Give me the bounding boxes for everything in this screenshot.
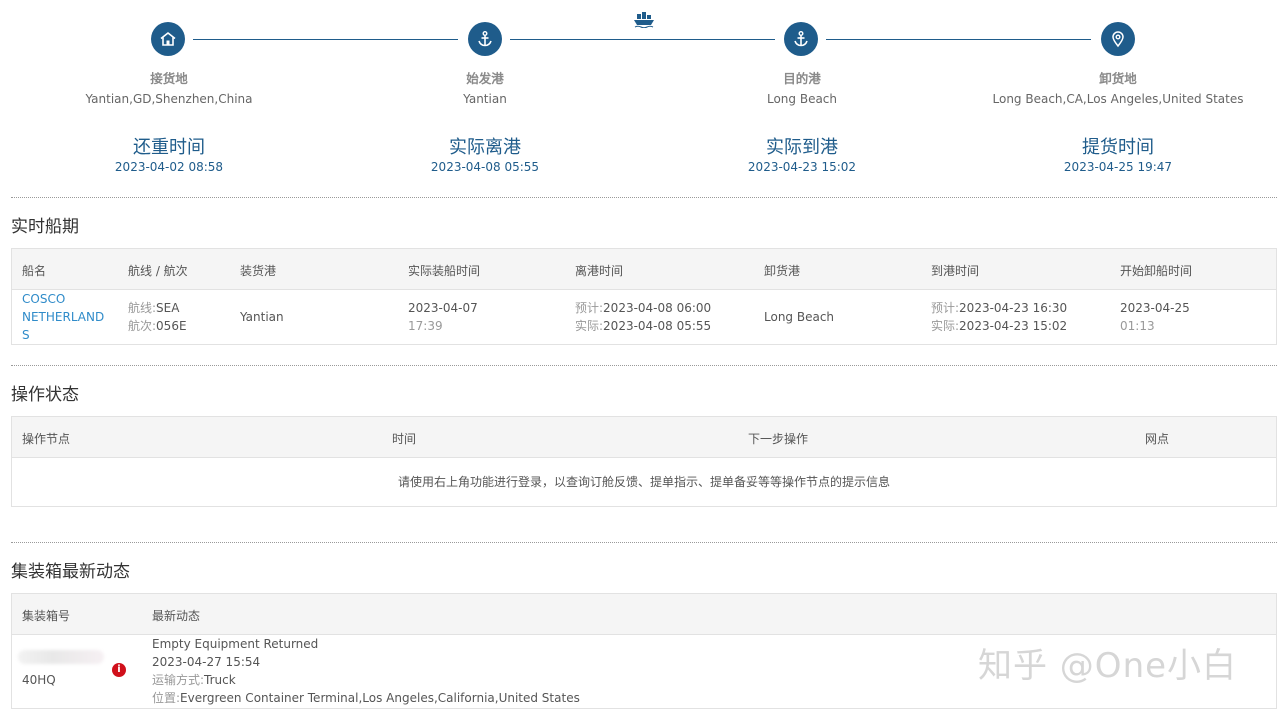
login-notice: 请使用右上角功能进行登录，以查询订舱反馈、提单指示、提单备妥等等操作节点的提示信…	[397, 475, 890, 489]
load-port-cell: Yantian	[240, 310, 284, 324]
event-title: 提货时间	[1082, 137, 1154, 158]
anchor-icon	[468, 22, 502, 56]
stop-place: Yantian	[463, 92, 507, 106]
column-header: 操作节点	[22, 432, 71, 446]
anchor-icon	[784, 22, 818, 56]
stop-name: 接货地	[150, 71, 188, 86]
column-header: 网点	[1145, 432, 1170, 446]
column-header: 装货港	[240, 264, 277, 278]
vessel-name-link[interactable]: COSCO NETHERLAND S	[22, 290, 104, 344]
stop-name: 目的港	[783, 71, 821, 86]
ship-icon	[634, 12, 654, 28]
table-header: 操作节点 时间 下一步操作 网点	[12, 417, 1276, 458]
operations-table: 操作节点 时间 下一步操作 网点 请使用右上角功能进行登录，以查询订舱反馈、提单…	[11, 416, 1277, 507]
column-header: 实际装船时间	[408, 264, 481, 278]
status-text: Empty Equipment Returned	[152, 637, 319, 651]
column-header: 开始卸船时间	[1120, 264, 1193, 278]
divider	[11, 542, 1277, 543]
container-type: 40HQ	[22, 673, 56, 687]
event-time: 2023-04-08 05:55	[430, 160, 540, 174]
operations-section-title: 操作状态	[11, 385, 79, 405]
column-header: 时间	[392, 432, 417, 446]
divider	[11, 365, 1277, 366]
column-header: 最新动态	[152, 609, 201, 623]
watermark: 知乎 @One小白	[978, 646, 1238, 686]
location-pin-icon	[1101, 22, 1135, 56]
column-header: 集装箱号	[22, 609, 71, 623]
table-row: 请使用右上角功能进行登录，以查询订舱反馈、提单指示、提单备妥等等操作节点的提示信…	[12, 458, 1276, 506]
event-title: 实际到港	[766, 137, 838, 158]
route-line-1	[193, 39, 458, 40]
column-header: 离港时间	[575, 264, 624, 278]
loaded-time-cell: 2023-04-07 17:39	[408, 301, 478, 333]
stop-place: Long Beach,CA,Los Angeles,United States	[992, 92, 1244, 106]
event-title: 实际离港	[449, 137, 521, 158]
unload-time-cell: 2023-04-25 01:13	[1120, 301, 1190, 333]
column-header: 下一步操作	[748, 432, 809, 446]
status-time: 2023-04-27 15:54	[152, 655, 261, 669]
discharge-port-cell: Long Beach	[764, 310, 835, 324]
column-header: 航线 / 航次	[128, 264, 188, 278]
table-header: 集装箱号 最新动态	[12, 594, 1276, 635]
container-number-redacted	[18, 650, 104, 664]
table-row: COSCO NETHERLAND S 航线:SEA 航次:056E Yantia…	[12, 290, 1276, 344]
schedule-table: 船名 航线 / 航次 装货港 实际装船时间 离港时间 卸货港 到港时间 开始卸船…	[11, 248, 1277, 345]
route-line-3	[826, 39, 1091, 40]
stop-place: Yantian,GD,Shenzhen,China	[85, 92, 253, 106]
departure-time-cell: 预计:2023-04-08 06:00 实际:2023-04-08 05:55	[575, 301, 712, 333]
column-header: 到港时间	[931, 264, 980, 278]
stop-place: Long Beach	[766, 92, 838, 106]
column-header: 卸货港	[764, 264, 801, 278]
containers-section-title: 集装箱最新动态	[11, 562, 130, 582]
route-line-2	[510, 39, 775, 40]
column-header: 船名	[22, 264, 47, 278]
schedule-section-title: 实时船期	[11, 217, 79, 237]
divider	[11, 197, 1277, 198]
event-time: 2023-04-23 15:02	[747, 160, 857, 174]
route-tracker: 接货地 Yantian,GD,Shenzhen,China 还重时间 2023-…	[0, 0, 1284, 192]
table-header: 船名 航线 / 航次 装货港 实际装船时间 离港时间 卸货港 到港时间 开始卸船…	[12, 249, 1276, 290]
event-title: 还重时间	[133, 137, 205, 158]
event-time: 2023-04-02 08:58	[114, 160, 224, 174]
info-icon[interactable]: i	[112, 663, 126, 677]
stop-name: 卸货地	[1099, 71, 1137, 86]
stop-name: 始发港	[466, 71, 504, 86]
event-time: 2023-04-25 19:47	[1063, 160, 1173, 174]
home-icon	[151, 22, 185, 56]
route-voyage-cell: 航线:SEA 航次:056E	[128, 301, 187, 333]
arrival-time-cell: 预计:2023-04-23 16:30 实际:2023-04-23 15:02	[931, 301, 1068, 333]
latest-status-cell: Empty Equipment Returned 2023-04-27 15:5…	[152, 637, 580, 705]
